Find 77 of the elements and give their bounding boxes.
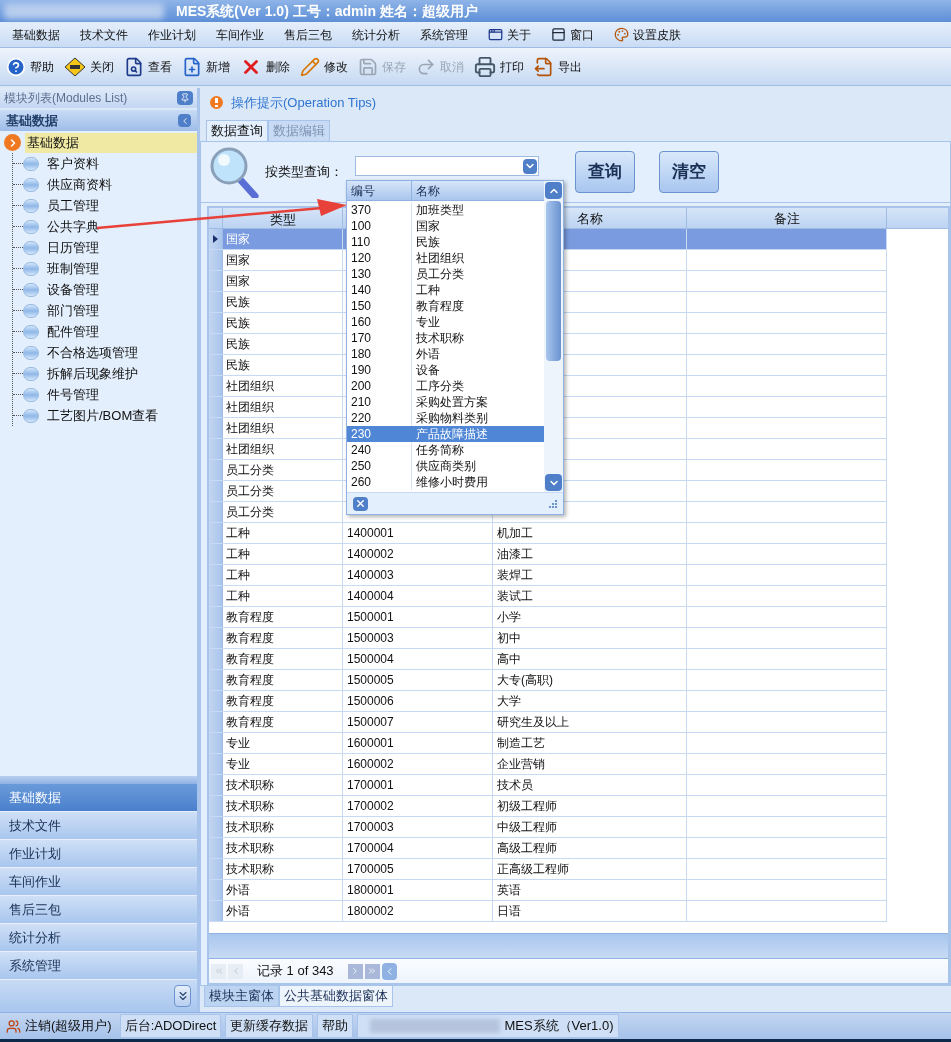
table-cell: 教育程度	[223, 691, 343, 711]
table-cell: 技术职称	[223, 817, 343, 837]
table-cell: 高中	[493, 649, 687, 669]
table-cell: 社团组织	[223, 397, 343, 417]
table-cell: 小学	[493, 607, 687, 627]
table-cell: 工种	[223, 523, 343, 543]
table-cell: 技术职称	[223, 838, 343, 858]
window-title: MES系统(Ver 1.0) 工号：admin 姓名：超级用户	[176, 1, 478, 21]
table-cell: 1700001	[343, 775, 493, 795]
table-cell: 大学	[493, 691, 687, 711]
table-cell: 1700005	[343, 859, 493, 879]
table-cell: 社团组织	[223, 376, 343, 396]
table-cell: 1600002	[343, 754, 493, 774]
table-cell: 工种	[223, 586, 343, 606]
table-cell: 教育程度	[223, 649, 343, 669]
table-cell: 研究生及以上	[493, 712, 687, 732]
table-cell: 民族	[223, 292, 343, 312]
panel-title: 模块列表(Modules List)	[4, 90, 128, 107]
table-cell: 初中	[493, 628, 687, 648]
table-cell: 员工分类	[223, 481, 343, 501]
table-cell: 国家	[223, 271, 343, 291]
table-cell: 大专(高职)	[493, 670, 687, 690]
table-cell: 1800001	[343, 880, 493, 900]
table-cell: 1400004	[343, 586, 493, 606]
table-cell: 外语	[223, 880, 343, 900]
table-cell: 1400003	[343, 565, 493, 585]
group-title: 基础数据	[6, 111, 58, 130]
table-cell: 教育程度	[223, 670, 343, 690]
table-cell: 装试工	[493, 586, 687, 606]
table-cell: 技术员	[493, 775, 687, 795]
table-cell: 教育程度	[223, 712, 343, 732]
table-cell: 教育程度	[223, 607, 343, 627]
table-cell: 专业	[223, 733, 343, 753]
table-cell: 1400001	[343, 523, 493, 543]
table-cell: 1700003	[343, 817, 493, 837]
table-cell: 1700004	[343, 838, 493, 858]
table-cell: 技术职称	[223, 775, 343, 795]
table-cell: 企业营销	[493, 754, 687, 774]
table-cell: 中级工程师	[493, 817, 687, 837]
table-cell: 技术职称	[223, 859, 343, 879]
table-cell: 社团组织	[223, 418, 343, 438]
table-cell: 民族	[223, 334, 343, 354]
search-label: 按类型查询：	[265, 163, 343, 182]
table-cell: 员工分类	[223, 460, 343, 480]
table-cell: 1800002	[343, 901, 493, 921]
record-counter: 记录 1 of 343	[257, 962, 334, 981]
table-cell: 日语	[493, 901, 687, 921]
tips-title: 操作提示(Operation Tips)	[231, 93, 377, 112]
table-cell: 初级工程师	[493, 796, 687, 816]
table-cell: 国家	[223, 250, 343, 270]
table-cell: 1400002	[343, 544, 493, 564]
table-cell: 社团组织	[223, 439, 343, 459]
table-cell: 机加工	[493, 523, 687, 543]
table-cell: 英语	[493, 880, 687, 900]
table-cell: 装焊工	[493, 565, 687, 585]
table-cell: 外语	[223, 901, 343, 921]
table-cell: 教育程度	[223, 628, 343, 648]
table-cell: 国家	[223, 229, 343, 249]
table-cell: 高级工程师	[493, 838, 687, 858]
table-cell: 油漆工	[493, 544, 687, 564]
table-cell: 技术职称	[223, 796, 343, 816]
table-cell: 制造工艺	[493, 733, 687, 753]
table-cell: 1500005	[343, 670, 493, 690]
table-cell: 专业	[223, 754, 343, 774]
table-cell: 1500003	[343, 628, 493, 648]
table-cell: 民族	[223, 313, 343, 333]
table-cell: 1500007	[343, 712, 493, 732]
table-cell: 工种	[223, 565, 343, 585]
table-cell: 1500006	[343, 691, 493, 711]
table-cell: 员工分类	[223, 502, 343, 522]
table-cell: 1500004	[343, 649, 493, 669]
table-cell: 1600001	[343, 733, 493, 753]
table-cell: 1700002	[343, 796, 493, 816]
table-cell: 1500001	[343, 607, 493, 627]
table-cell: 工种	[223, 544, 343, 564]
table-cell: 民族	[223, 355, 343, 375]
table-cell: 正高级工程师	[493, 859, 687, 879]
